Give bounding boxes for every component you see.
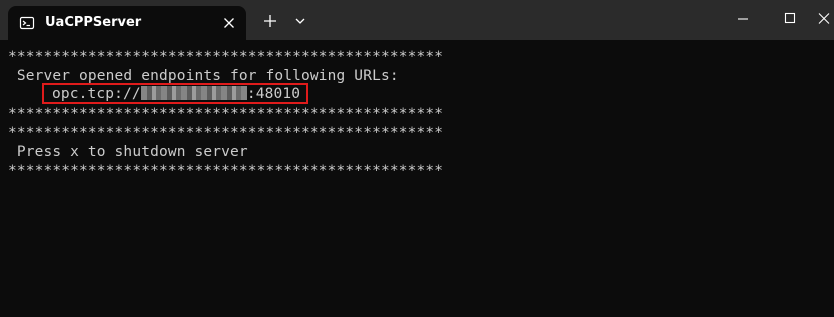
url-port: :48010 [246, 86, 301, 102]
separator-line: ****************************************… [8, 49, 444, 65]
separator-line: ****************************************… [8, 106, 444, 122]
close-icon[interactable] [220, 14, 238, 32]
shutdown-prompt: Press x to shutdown server [8, 144, 248, 160]
separator-line: ****************************************… [8, 125, 444, 141]
maximize-button[interactable] [766, 4, 812, 34]
title-bar: UaCPPServer [0, 0, 834, 40]
redacted-hostname [140, 85, 247, 100]
new-tab-button[interactable] [258, 10, 282, 32]
chevron-down-icon[interactable] [290, 10, 310, 32]
minimize-button[interactable] [720, 4, 766, 34]
separator-line: ****************************************… [8, 163, 444, 179]
close-window-button[interactable] [812, 4, 834, 34]
terminal-output[interactable]: ****************************************… [0, 40, 834, 317]
terminal-window: UaCPPServer ****************************… [0, 0, 834, 317]
tab-title: UaCPPServer [45, 15, 142, 30]
tab-uacppserver[interactable]: UaCPPServer [8, 6, 246, 40]
url-prefix: opc.tcp:// [52, 86, 141, 102]
endpoint-url: opc.tcp:// :48010 [52, 85, 300, 104]
terminal-icon [19, 15, 35, 31]
